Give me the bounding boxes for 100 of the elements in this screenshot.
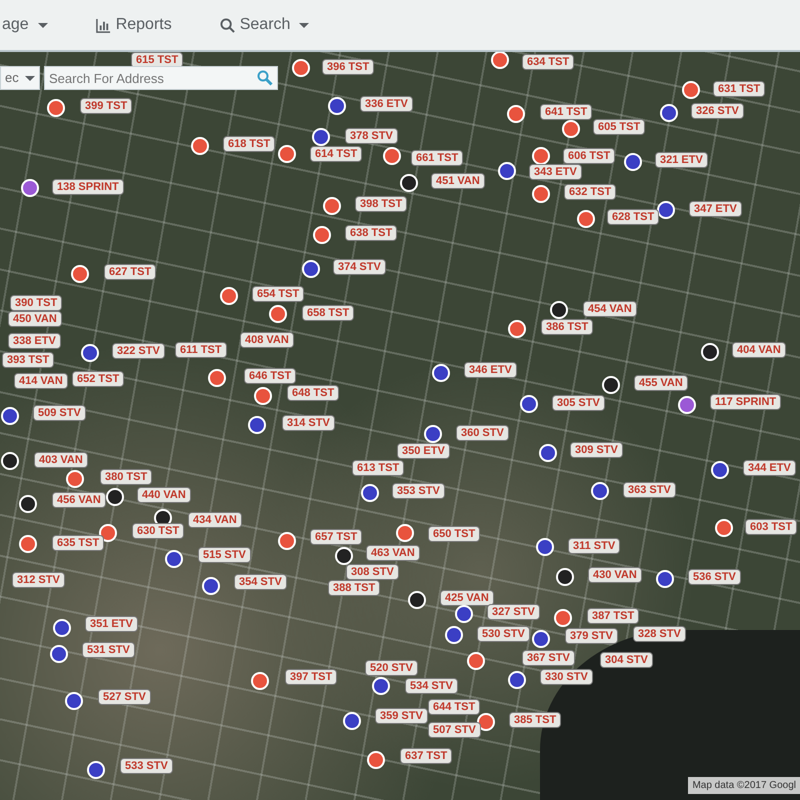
marker-label: 305 STV	[552, 395, 605, 411]
marker-label: 527 STV	[98, 689, 151, 705]
map-pin[interactable]	[66, 470, 84, 488]
nav-menu-item[interactable]: age	[2, 13, 48, 37]
marker-label: 632 TST	[564, 184, 616, 200]
map-pin[interactable]	[278, 145, 296, 163]
map-pin[interactable]	[424, 425, 442, 443]
map-pin[interactable]	[372, 677, 390, 695]
marker-label: 536 STV	[688, 569, 741, 585]
marker-label: 509 STV	[33, 405, 86, 421]
map-pin[interactable]	[71, 265, 89, 283]
map-pin[interactable]	[248, 416, 266, 434]
map-pin[interactable]	[656, 570, 674, 588]
map-pin[interactable]	[19, 535, 37, 553]
map-pin[interactable]	[532, 185, 550, 203]
map-pin[interactable]	[715, 519, 733, 537]
map-pin[interactable]	[292, 59, 310, 77]
marker-label: 627 TST	[104, 264, 156, 280]
marker-label: 347 ETV	[689, 201, 742, 217]
marker-label: 326 STV	[691, 103, 744, 119]
map-pin[interactable]	[491, 52, 509, 69]
map-pin[interactable]	[400, 174, 418, 192]
map-pin[interactable]	[1, 452, 19, 470]
marker-label: 309 STV	[570, 442, 623, 458]
map-pin[interactable]	[602, 376, 620, 394]
marker-label: 658 TST	[302, 305, 354, 321]
map-pin[interactable]	[19, 495, 37, 513]
map-pin[interactable]	[577, 210, 595, 228]
map-pin[interactable]	[520, 395, 538, 413]
map-pin[interactable]	[455, 605, 473, 623]
marker-label: 630 TST	[132, 523, 184, 539]
map-pin[interactable]	[532, 630, 550, 648]
map-pin[interactable]	[81, 344, 99, 362]
map-pin[interactable]	[562, 120, 580, 138]
map-pin[interactable]	[408, 591, 426, 609]
map-pin[interactable]	[550, 301, 568, 319]
map-pin[interactable]	[507, 105, 525, 123]
map-pin[interactable]	[47, 99, 65, 117]
map-pin[interactable]	[343, 712, 361, 730]
map-pin[interactable]	[106, 488, 124, 506]
map-pin[interactable]	[591, 482, 609, 500]
address-search-field[interactable]: Search For Address	[44, 66, 278, 90]
map-pin[interactable]	[657, 201, 675, 219]
map-pin[interactable]	[53, 619, 71, 637]
map-pin[interactable]	[660, 104, 678, 122]
map-pin[interactable]	[312, 128, 330, 146]
map-pin[interactable]	[508, 671, 526, 689]
map-pin[interactable]	[445, 626, 463, 644]
map-pin[interactable]	[191, 137, 209, 155]
map-pin[interactable]	[165, 550, 183, 568]
map-pin[interactable]	[254, 387, 272, 405]
nav-menu-item[interactable]: Reports	[96, 13, 172, 37]
map-pin[interactable]	[50, 645, 68, 663]
marker-label: 399 TST	[80, 98, 132, 114]
map-pin[interactable]	[208, 369, 226, 387]
map-pin[interactable]	[556, 568, 574, 586]
map-pin[interactable]	[383, 147, 401, 165]
map-pin[interactable]	[1, 407, 19, 425]
map-pin[interactable]	[701, 343, 719, 361]
map-pin[interactable]	[335, 547, 353, 565]
map-pin[interactable]	[313, 226, 331, 244]
map-pin[interactable]	[432, 364, 450, 382]
map-pin[interactable]	[508, 320, 526, 338]
map-pin[interactable]	[682, 81, 700, 99]
marker-label: 404 VAN	[732, 342, 786, 358]
map-pin[interactable]	[251, 672, 269, 690]
map-pin[interactable]	[554, 609, 572, 627]
nav-menu-item[interactable]: Search	[220, 13, 310, 37]
map-pin[interactable]	[220, 287, 238, 305]
map-pin[interactable]	[21, 179, 39, 197]
map-pin[interactable]	[328, 97, 346, 115]
marker-label: 117 SPRINT	[710, 394, 782, 410]
map-pin[interactable]	[361, 484, 379, 502]
map-pin[interactable]	[269, 305, 287, 323]
map-pin[interactable]	[65, 692, 83, 710]
map-pin[interactable]	[202, 577, 220, 595]
map-pin[interactable]	[87, 761, 105, 779]
search-icon[interactable]	[257, 70, 273, 86]
marker-label: 515 STV	[198, 547, 251, 563]
map-pin[interactable]	[99, 524, 117, 542]
map-pin[interactable]	[477, 713, 495, 731]
marker-label: 350 ETV	[397, 443, 450, 459]
map-pin[interactable]	[536, 538, 554, 556]
map-pin[interactable]	[396, 524, 414, 542]
map-pin[interactable]	[367, 751, 385, 769]
map-pin[interactable]	[498, 162, 516, 180]
map-pin[interactable]	[532, 147, 550, 165]
map-pin[interactable]	[467, 652, 485, 670]
map-pin[interactable]	[624, 153, 642, 171]
map-pin[interactable]	[302, 260, 320, 278]
map-pin[interactable]	[711, 461, 729, 479]
map-pin[interactable]	[539, 444, 557, 462]
map-pin[interactable]	[678, 396, 696, 414]
map-pin[interactable]	[278, 532, 296, 550]
marker-label: 650 TST	[428, 526, 480, 542]
marker-label: 336 ETV	[360, 96, 413, 112]
marker-label: 359 STV	[375, 708, 428, 724]
marker-label: 403 VAN	[34, 452, 88, 468]
layer-select[interactable]: ec	[0, 66, 40, 90]
map-pin[interactable]	[323, 197, 341, 215]
